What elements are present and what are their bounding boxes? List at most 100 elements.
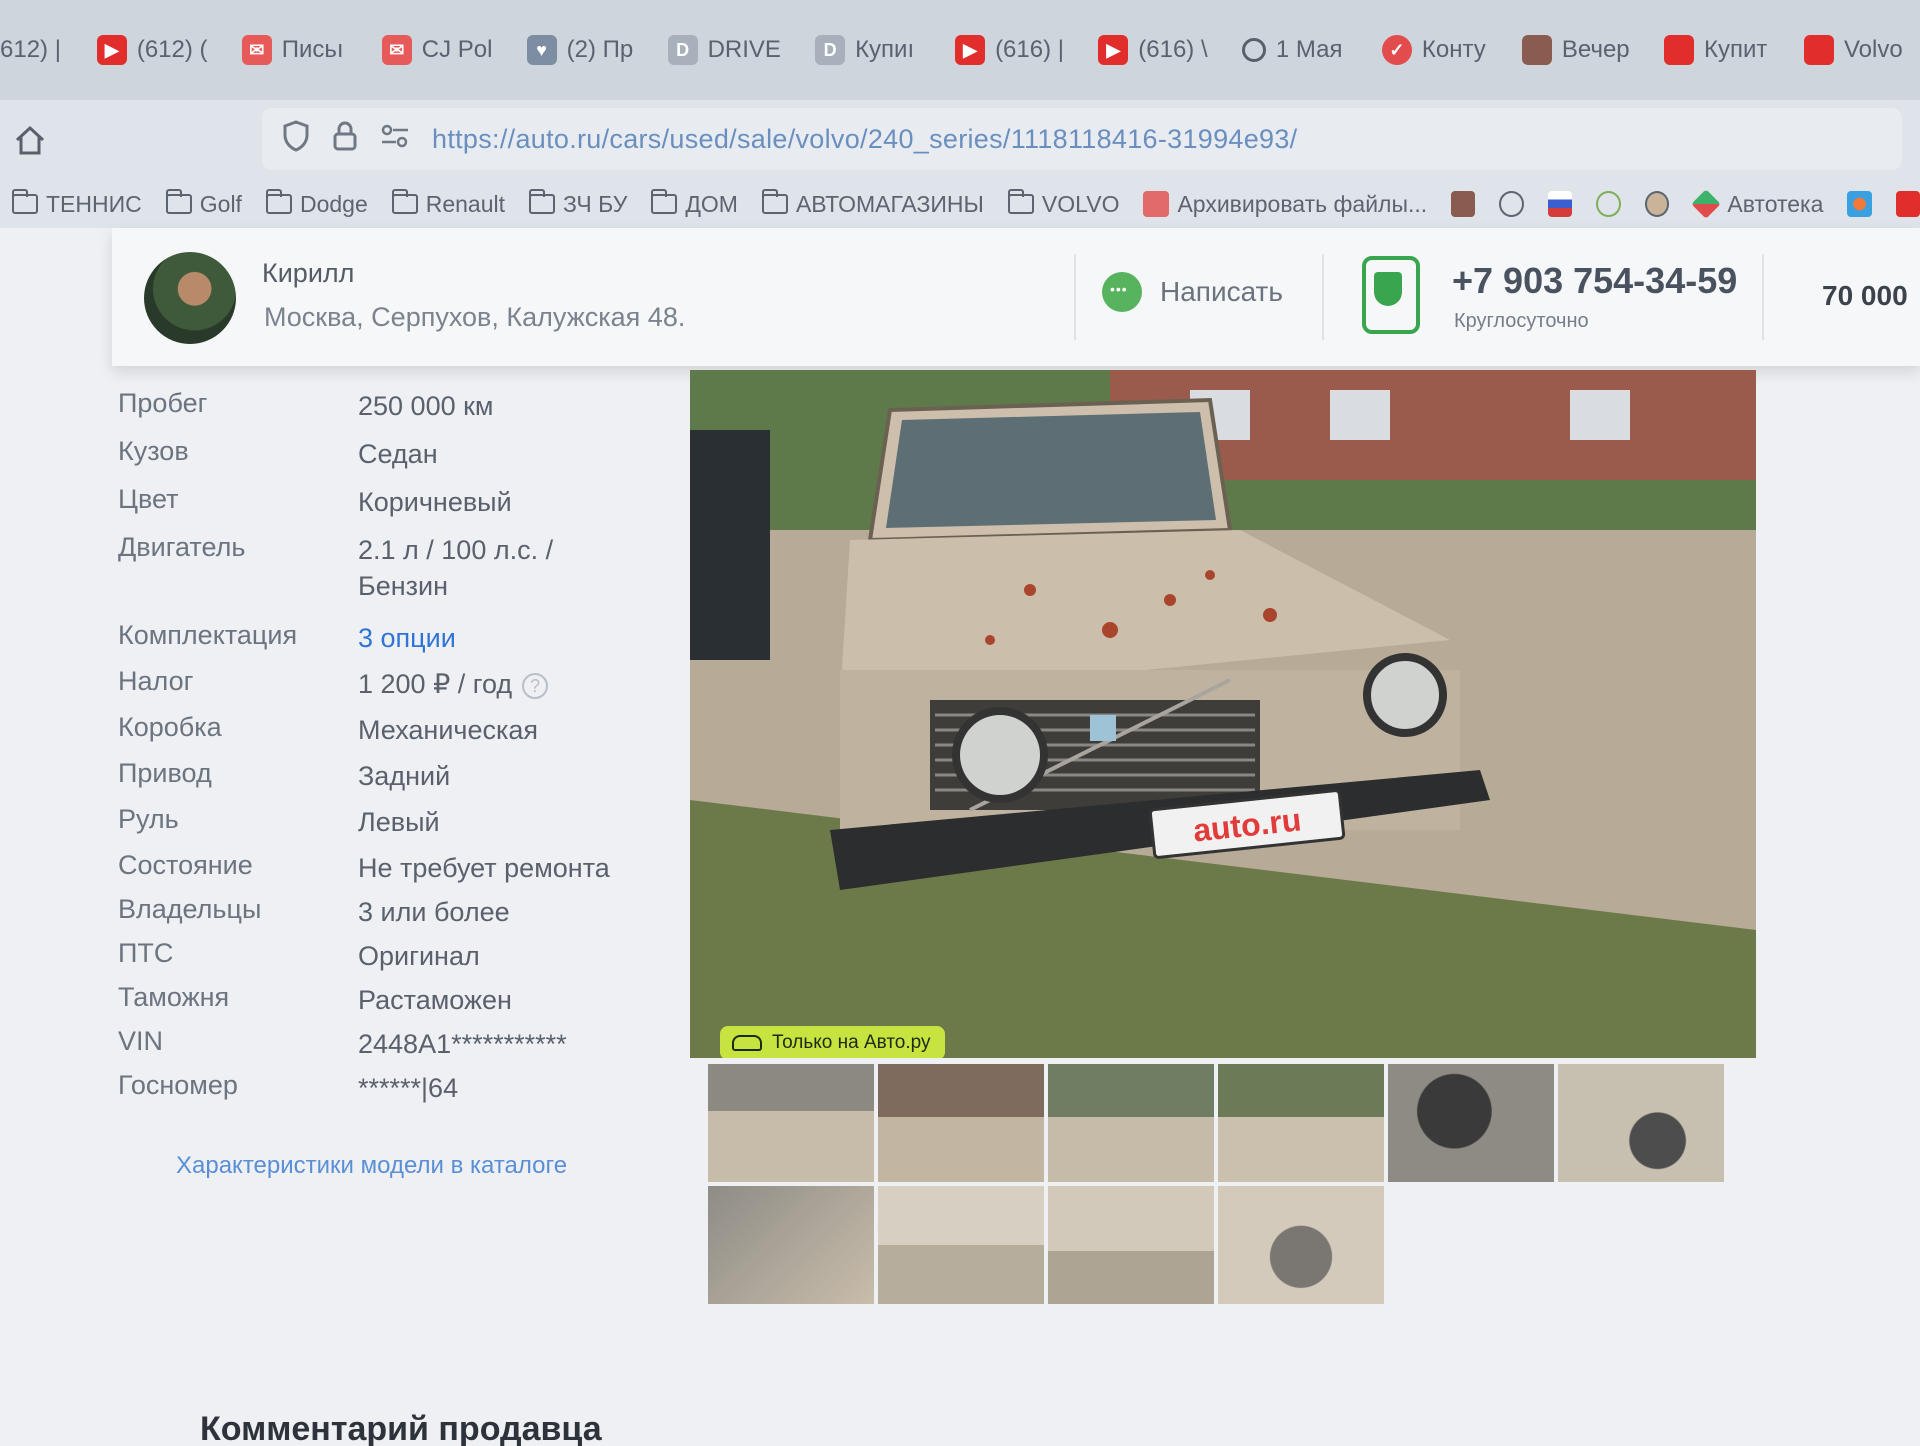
autoru-icon — [1663, 35, 1694, 65]
browser-tab[interactable]: 1 Мая — [1228, 22, 1358, 78]
permissions-icon[interactable] — [380, 123, 410, 155]
divider — [1322, 254, 1324, 340]
seller-name[interactable]: Кирилл — [262, 258, 354, 289]
options-link[interactable]: 3 опции — [358, 620, 688, 656]
browser-tab[interactable]: ♥ (2) Пр — [513, 22, 644, 78]
tab-label: Volvo — [1843, 36, 1903, 63]
browser-tab[interactable]: 612) | — [0, 22, 73, 78]
tab-label: Конту — [1421, 36, 1486, 63]
photo-thumbnail[interactable] — [1218, 1186, 1384, 1304]
avatar[interactable] — [144, 252, 236, 344]
bookmark-folder[interactable]: АВТОМАГАЗИНЫ — [761, 189, 984, 218]
spec-label: Коробка — [118, 712, 222, 742]
photo-thumbnail[interactable] — [708, 1064, 874, 1182]
browser-tab[interactable]: ✉ Письı — [228, 22, 358, 78]
bookmark-folder[interactable]: Dodge — [265, 189, 368, 218]
shield-icon[interactable] — [282, 119, 310, 159]
divider — [1762, 254, 1764, 340]
bookmark-folder[interactable]: ДОМ — [651, 189, 738, 218]
photo-thumbnail[interactable] — [1558, 1064, 1724, 1182]
bookmark-folder[interactable]: Golf — [165, 189, 242, 218]
home-icon[interactable] — [0, 110, 60, 170]
tab-label: Купит — [1703, 36, 1768, 63]
tab-label: Вечер — [1561, 36, 1630, 63]
write-message-button[interactable]: Написать — [1102, 272, 1283, 312]
bookmark-folder[interactable]: ТЕННИС — [12, 189, 142, 218]
photo-thumbnail[interactable] — [708, 1186, 874, 1304]
url-text[interactable]: https://auto.ru/cars/used/sale/volvo/240… — [432, 124, 1297, 155]
browser-tab[interactable]: ✉ CJ Pol — [368, 22, 503, 78]
badge-label: Только на Авто.ру — [772, 1032, 931, 1053]
red-circle-icon: ✓ — [1381, 35, 1412, 65]
check-icon[interactable] — [1596, 191, 1621, 217]
spec-value: Механическая — [358, 715, 539, 745]
vin-value: 2448A1*********** — [358, 1029, 567, 1059]
main-photo[interactable]: auto.ru Только на Авто.ру — [690, 370, 1756, 1058]
spec-label: Владельцы — [118, 894, 262, 924]
d-icon: D — [667, 35, 698, 65]
folder-icon — [391, 189, 418, 214]
bookmark-folder[interactable]: VOLVO — [1007, 189, 1119, 218]
spec-label: Кузов — [118, 436, 189, 466]
bookmark-folder[interactable]: ЗЧ БУ — [529, 189, 628, 218]
url-field[interactable]: https://auto.ru/cars/used/sale/volvo/240… — [262, 108, 1902, 170]
flag-icon[interactable] — [1548, 191, 1573, 217]
emblem-icon[interactable] — [1644, 191, 1670, 217]
engine-line-2: Бензин — [358, 571, 449, 601]
mail-icon: ✉ — [241, 35, 272, 65]
tab-label: (616) | — [995, 36, 1064, 63]
browser-tab[interactable]: D Купиı — [801, 22, 931, 78]
youtube-icon: ▶ — [1098, 35, 1129, 65]
globe-icon[interactable] — [1499, 191, 1524, 217]
spec-value: Не требует ремонта — [358, 853, 610, 883]
browser-tab[interactable]: ✓ Конту — [1368, 22, 1498, 78]
tab-label: CJ Pol — [421, 36, 493, 63]
spec-value: 3 или более — [358, 897, 510, 927]
browser-tab[interactable]: D DRIVE — [654, 22, 791, 78]
bookmark-label: АВТОМАГАЗИНЫ — [795, 190, 984, 217]
spec-label: Таможня — [118, 982, 230, 1012]
spec-label: Цвет — [118, 484, 179, 514]
bookmark-link[interactable]: Автотека — [1691, 189, 1824, 219]
photo-thumbnail[interactable] — [878, 1186, 1044, 1304]
photo-thumbnail[interactable] — [1388, 1064, 1554, 1182]
photo-thumbnail[interactable] — [878, 1064, 1044, 1182]
folder-icon — [529, 189, 556, 214]
browser-tab[interactable]: Купит — [1650, 22, 1780, 78]
bookmark-label: Golf — [199, 190, 242, 217]
photo-thumbnail[interactable] — [1048, 1064, 1214, 1182]
engine-line-1: 2.1 л / 100 л.с. / — [358, 535, 554, 565]
browser-tab[interactable]: Вечер — [1508, 22, 1640, 78]
browser-tab[interactable]: ▶ (616) \ — [1084, 22, 1218, 78]
spec-label: Комплектация — [118, 620, 298, 650]
autoru-icon[interactable] — [1895, 191, 1920, 217]
catalog-link[interactable]: Характеристики модели в каталоге — [176, 1152, 567, 1180]
photo-thumbnail[interactable] — [1218, 1064, 1384, 1182]
browser-tab-active[interactable]: Volvo — [1790, 22, 1920, 78]
photo-thumbnail[interactable] — [1048, 1186, 1214, 1304]
folder-icon — [1007, 189, 1034, 214]
tab-label: DRIVE — [707, 36, 781, 63]
bookmark-folder[interactable]: Renault — [391, 189, 506, 218]
apps-icon[interactable] — [1847, 191, 1872, 217]
spec-label: Состояние — [118, 850, 253, 880]
phone-number[interactable]: +7 903 754-34-59 — [1452, 260, 1737, 302]
help-icon[interactable]: ? — [522, 672, 549, 699]
search-icon — [1241, 38, 1266, 62]
bookmark-label: Автотека — [1727, 190, 1824, 217]
bookmark-label: Renault — [425, 190, 506, 217]
divider — [1074, 254, 1076, 340]
car-photo-illustration: auto.ru — [690, 370, 1756, 1058]
lock-icon[interactable] — [332, 120, 358, 159]
spec-value: Седан — [358, 439, 438, 469]
browser-tab[interactable]: ▶ (612) ( — [83, 22, 218, 78]
browser-tab[interactable]: ▶ (616) | — [941, 22, 1074, 78]
spec-value: 2.1 л / 100 л.с. / Бензин — [358, 532, 688, 604]
bookmark-link[interactable]: Архивировать файлы... — [1143, 191, 1427, 218]
bookmark-label: ЗЧ БУ — [563, 190, 628, 217]
spec-value: Оригинал — [358, 941, 480, 971]
car-icon[interactable] — [1451, 191, 1476, 217]
spec-label: VIN — [118, 1026, 164, 1056]
seller-bar: Кирилл Москва, Серпухов, Калужская 48. Н… — [112, 228, 1920, 366]
folder-icon — [165, 189, 192, 214]
